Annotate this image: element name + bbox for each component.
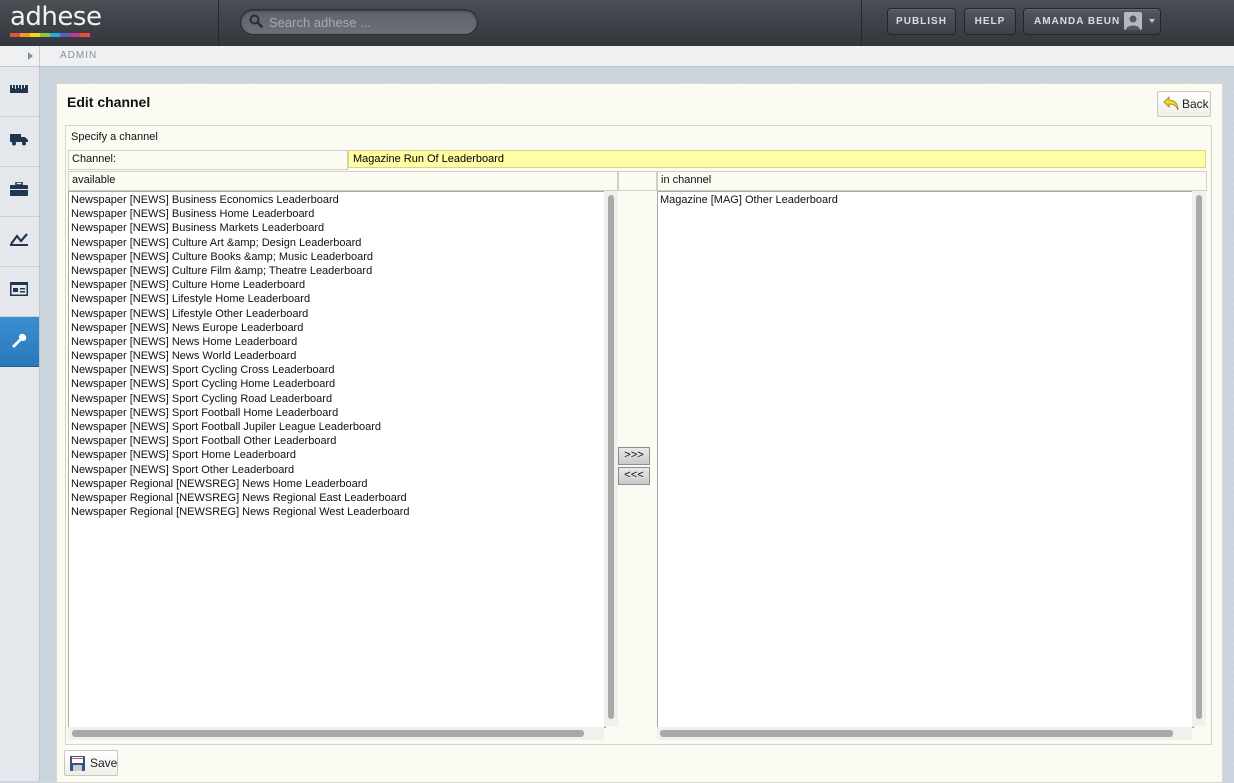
in-channel-horizontal-scrollbar[interactable] [660, 730, 1173, 737]
logo-stripe-segment [70, 33, 80, 37]
available-header: available [68, 171, 618, 191]
wrench-icon [12, 333, 27, 348]
sidebar-item-reports[interactable] [0, 217, 39, 267]
sidebar-item-business[interactable] [0, 167, 39, 217]
sidebar [0, 67, 40, 781]
section-legend: Specify a channel [71, 131, 158, 143]
back-button[interactable]: Back [1157, 91, 1211, 117]
available-vertical-scrollbar[interactable] [608, 195, 614, 719]
sidebar-item-ruler[interactable] [0, 67, 39, 117]
search-icon [249, 14, 263, 28]
list-item[interactable]: Newspaper [NEWS] Lifestyle Other Leaderb… [69, 307, 605, 321]
logo-stripe-segment [30, 33, 40, 37]
briefcase-icon [10, 182, 28, 196]
available-list[interactable]: Newspaper [NEWS] Business Economics Lead… [68, 191, 606, 728]
avatar-icon [1124, 12, 1142, 30]
breadcrumb: ADMIN [0, 46, 1234, 67]
list-item[interactable]: Newspaper [NEWS] Culture Film &amp; Thea… [69, 264, 605, 278]
list-item[interactable]: Newspaper [NEWS] Business Home Leaderboa… [69, 207, 605, 221]
logo-stripe-segment [80, 33, 90, 37]
help-button[interactable]: HELP [964, 8, 1016, 35]
channel-name-input[interactable] [348, 150, 1206, 168]
list-item[interactable]: Newspaper [NEWS] Sport Home Leaderboard [69, 448, 605, 462]
logo-stripe-segment [40, 33, 50, 37]
list-item[interactable]: Newspaper [NEWS] Sport Football Jupiler … [69, 420, 605, 434]
list-item[interactable]: Newspaper [NEWS] News Europe Leaderboard [69, 321, 605, 335]
list-item[interactable]: Magazine [MAG] Other Leaderboard [658, 193, 1193, 207]
save-button[interactable]: Save [64, 750, 118, 776]
logo-stripe-segment [50, 33, 60, 37]
in-channel-header: in channel [657, 171, 1207, 191]
chart-icon [10, 233, 28, 246]
user-name: AMANDA BEUN [1034, 16, 1121, 27]
logo[interactable]: adhese [0, 0, 219, 46]
logo-stripe-segment [20, 33, 30, 37]
list-item[interactable]: Newspaper [NEWS] Sport Cycling Home Lead… [69, 377, 605, 391]
chevron-right-icon [28, 52, 33, 60]
logo-stripe-segment [60, 33, 70, 37]
page-title: Edit channel [67, 94, 151, 110]
logo-text: adhese [10, 2, 102, 32]
list-item[interactable]: Newspaper [NEWS] Lifestyle Home Leaderbo… [69, 292, 605, 306]
in-channel-header-label: in channel [661, 174, 712, 186]
list-item[interactable]: Newspaper Regional [NEWSREG] News Region… [69, 505, 605, 519]
sidebar-item-admin[interactable] [0, 317, 39, 367]
add-to-channel-button[interactable]: >>> [618, 447, 650, 465]
list-item[interactable]: Newspaper [NEWS] Business Economics Lead… [69, 193, 605, 207]
remove-from-channel-button[interactable]: <<< [618, 467, 650, 485]
ruler-icon [10, 85, 28, 93]
layout-icon [10, 282, 28, 296]
logo-stripe [10, 33, 90, 37]
list-item[interactable]: Newspaper [NEWS] News World Leaderboard [69, 349, 605, 363]
chevron-down-icon [1149, 19, 1155, 23]
sidebar-toggle[interactable] [0, 46, 40, 66]
back-arrow-icon [1163, 96, 1179, 111]
list-item[interactable]: Newspaper [NEWS] Sport Other Leaderboard [69, 463, 605, 477]
list-item[interactable]: Newspaper [NEWS] Business Markets Leader… [69, 221, 605, 235]
divider [861, 0, 862, 46]
list-item[interactable]: Newspaper Regional [NEWSREG] News Region… [69, 491, 605, 505]
available-header-label: available [72, 174, 116, 186]
search-input[interactable] [267, 12, 471, 32]
list-item[interactable]: Newspaper Regional [NEWSREG] News Home L… [69, 477, 605, 491]
list-item[interactable]: Newspaper [NEWS] Sport Cycling Road Lead… [69, 392, 605, 406]
in-channel-list[interactable]: Magazine [MAG] Other Leaderboard [657, 191, 1194, 728]
list-item[interactable]: Newspaper [NEWS] Culture Books &amp; Mus… [69, 250, 605, 264]
breadcrumb-item-admin[interactable]: ADMIN [60, 50, 97, 61]
top-bar: adhese PUBLISH HELP AMANDA BEUN [0, 0, 1234, 46]
sidebar-item-layout[interactable] [0, 267, 39, 317]
in-channel-vertical-scrollbar[interactable] [1196, 195, 1202, 719]
truck-icon [10, 134, 28, 146]
list-item[interactable]: Newspaper [NEWS] Culture Home Leaderboar… [69, 278, 605, 292]
floppy-disk-icon [70, 756, 85, 771]
sidebar-item-delivery[interactable] [0, 117, 39, 167]
list-item[interactable]: Newspaper [NEWS] Sport Football Home Lea… [69, 406, 605, 420]
list-item[interactable]: Newspaper [NEWS] News Home Leaderboard [69, 335, 605, 349]
back-label: Back [1182, 97, 1209, 111]
logo-stripe-segment [10, 33, 20, 37]
available-horizontal-scrollbar[interactable] [72, 730, 584, 737]
search-box[interactable] [240, 9, 478, 35]
channel-label: Channel: [72, 153, 117, 165]
header-spacer [618, 171, 657, 191]
save-label: Save [90, 756, 118, 770]
list-item[interactable]: Newspaper [NEWS] Sport Football Other Le… [69, 434, 605, 448]
list-item[interactable]: Newspaper [NEWS] Culture Art &amp; Desig… [69, 236, 605, 250]
list-item[interactable]: Newspaper [NEWS] Sport Cycling Cross Lea… [69, 363, 605, 377]
publish-button[interactable]: PUBLISH [887, 8, 956, 35]
